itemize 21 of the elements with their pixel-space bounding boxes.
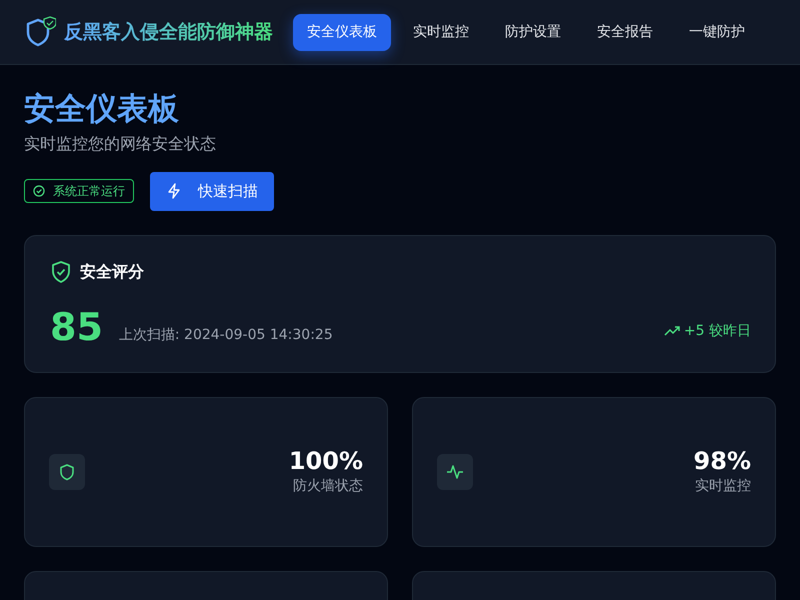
quick-scan-button[interactable]: 快速扫描 — [150, 172, 274, 211]
nav-tab[interactable]: 防护设置 — [491, 14, 575, 50]
nav-tab[interactable]: 安全报告 — [583, 14, 667, 50]
stat-label: 防火墙状态 — [292, 476, 363, 496]
shield-check-icon — [50, 260, 72, 284]
nav-tab[interactable]: 实时监控 — [399, 14, 483, 50]
page-subtitle: 实时监控您的网络安全状态 — [24, 133, 217, 156]
stat-value: 100% — [288, 446, 363, 476]
nav-tab[interactable]: 安全仪表板 — [293, 14, 391, 50]
score-trend: +5 较昨日 — [684, 322, 751, 341]
score-title: 安全评分 — [80, 260, 144, 283]
trend-up-icon — [664, 325, 680, 338]
score-value: 85 — [50, 308, 103, 346]
last-scan-time: 上次扫描: 2024-09-05 14:30:25 — [118, 326, 333, 345]
nav-tab[interactable]: 一键防护 — [675, 14, 759, 50]
shield-logo-icon — [24, 15, 56, 49]
stat-value: 98% — [694, 446, 751, 476]
lightning-icon — [166, 183, 182, 200]
page-title: 安全仪表板 — [24, 91, 180, 128]
stat-label: 实时监控 — [694, 476, 751, 496]
status-badge: 系统正常运行 — [24, 179, 134, 204]
